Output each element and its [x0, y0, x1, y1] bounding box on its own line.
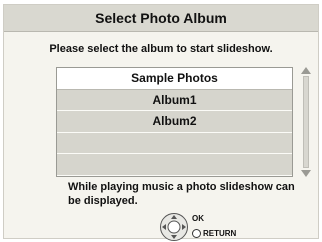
album-item-sample-photos[interactable]: Sample Photos: [57, 68, 292, 90]
scroll-track[interactable]: [303, 76, 309, 168]
instruction-text: Please select the album to start slidesh…: [49, 43, 273, 55]
select-photo-album-dialog: Select Photo Album Please select the alb…: [3, 4, 319, 241]
scroll-up-arrow-icon[interactable]: [301, 67, 311, 74]
dialog-title: Select Photo Album: [4, 5, 318, 32]
scroll-down-arrow-icon[interactable]: [301, 170, 311, 177]
slideshow-note: While playing music a photo slideshow ca…: [68, 181, 295, 207]
album-item-album2[interactable]: Album2: [57, 111, 292, 133]
directional-pad-icon: [160, 213, 188, 241]
album-item-empty: [57, 154, 292, 176]
return-key-hint: RETURN: [192, 229, 236, 238]
album-item-empty: [57, 132, 292, 155]
return-button-icon: [192, 229, 201, 238]
return-key-label: RETURN: [203, 229, 237, 238]
album-list-scrollbar[interactable]: [300, 67, 312, 177]
ok-key-label: OK: [192, 214, 204, 223]
album-item-album1[interactable]: Album1: [57, 89, 292, 112]
album-list: Sample Photos Album1 Album2: [56, 67, 293, 177]
